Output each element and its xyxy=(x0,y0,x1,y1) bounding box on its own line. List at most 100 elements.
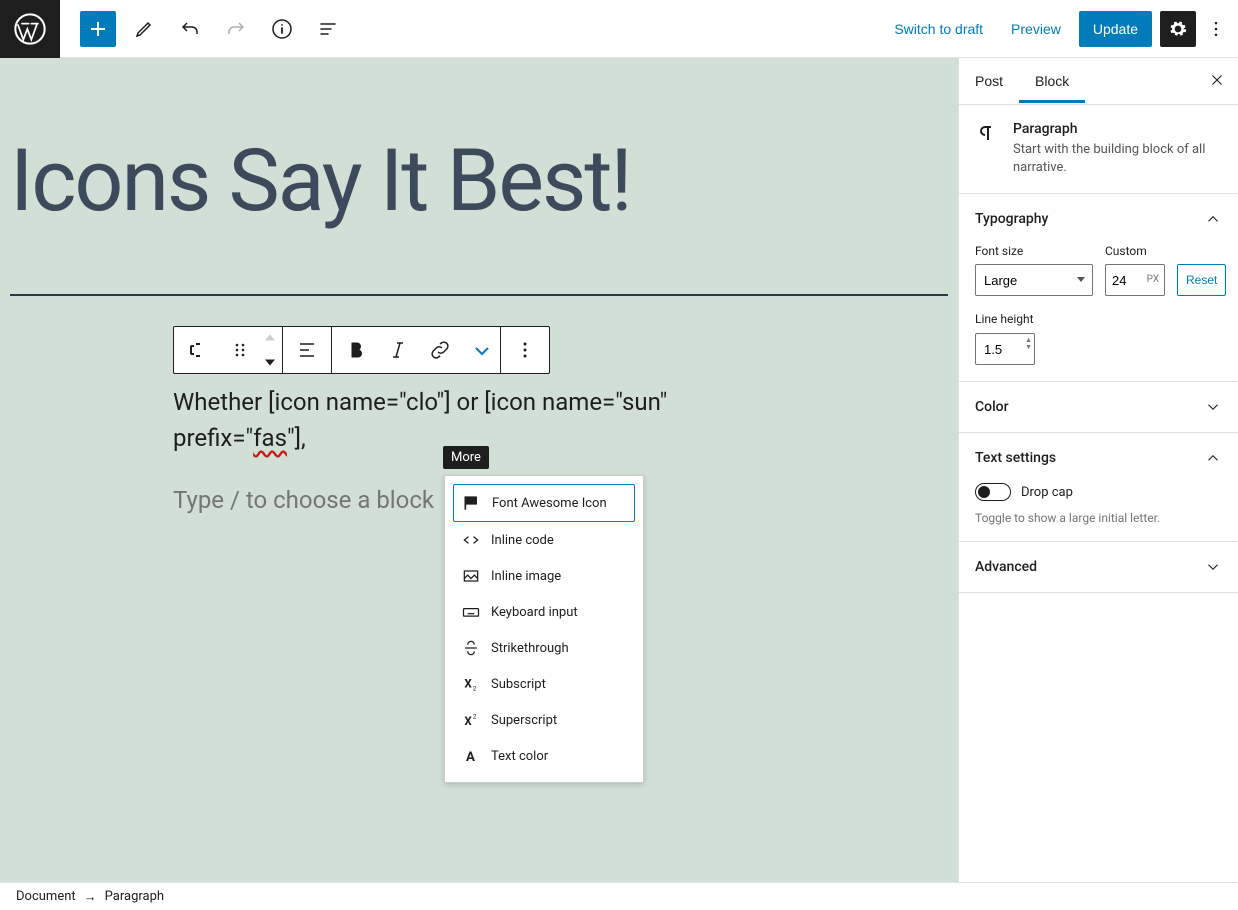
info-button[interactable] xyxy=(264,11,300,47)
color-panel: Color xyxy=(959,382,1238,433)
block-info-text: Paragraph Start with the building block … xyxy=(1013,121,1222,177)
block-description: Start with the building block of all nar… xyxy=(1013,141,1222,177)
menu-item-keyboard-input[interactable]: Keyboard input xyxy=(453,594,635,630)
panel-title: Color xyxy=(975,399,1009,415)
menu-item-label: Keyboard input xyxy=(491,605,578,620)
block-more-button[interactable] xyxy=(501,327,549,373)
editor-tools xyxy=(60,11,346,47)
drop-cap-label: Drop cap xyxy=(1021,485,1073,500)
outline-button[interactable] xyxy=(310,11,346,47)
format-dropdown: Font Awesome Icon Inline code Inline ima… xyxy=(444,475,644,783)
menu-item-inline-code[interactable]: Inline code xyxy=(453,522,635,558)
more-tooltip: More xyxy=(443,446,489,469)
align-button[interactable] xyxy=(283,327,331,373)
block-info-header: Paragraph Start with the building block … xyxy=(959,105,1238,194)
svg-text:A: A xyxy=(466,750,475,765)
chevron-up-icon xyxy=(1204,449,1222,467)
reset-button[interactable]: Reset xyxy=(1177,264,1226,296)
font-size-label: Font size xyxy=(975,244,1093,258)
main-container: Icons Say It Best! xyxy=(0,58,1238,882)
undo-button[interactable] xyxy=(172,11,208,47)
svg-text:2: 2 xyxy=(473,712,477,720)
advanced-panel: Advanced xyxy=(959,542,1238,593)
paragraph-text-1: Whether [icon name="clo xyxy=(173,388,437,416)
paragraph-underlined: fas xyxy=(253,424,287,452)
panel-title: Text settings xyxy=(975,450,1056,466)
font-size-select[interactable]: Large xyxy=(975,264,1093,296)
block-toolbar xyxy=(173,326,550,374)
top-right-group: Switch to draft Preview Update xyxy=(884,11,1238,47)
top-toolbar: Switch to draft Preview Update xyxy=(0,0,1238,58)
custom-size-label: Custom xyxy=(1105,244,1165,258)
page-title[interactable]: Icons Say It Best! xyxy=(10,138,948,224)
block-title: Paragraph xyxy=(1013,121,1222,137)
page-title-area: Icons Say It Best! xyxy=(0,58,958,244)
settings-button[interactable] xyxy=(1160,11,1196,47)
text-settings-header[interactable]: Text settings xyxy=(959,433,1238,483)
mover-button[interactable] xyxy=(258,327,282,373)
wordpress-logo[interactable] xyxy=(0,0,60,58)
subscript-icon: X2 xyxy=(461,674,481,694)
breadcrumb-document[interactable]: Document xyxy=(16,889,76,904)
typography-panel: Typography Font size Large Custom xyxy=(959,194,1238,382)
preview-button[interactable]: Preview xyxy=(1001,13,1071,45)
chevron-up-icon xyxy=(1204,210,1222,228)
edit-mode-button[interactable] xyxy=(126,11,162,47)
custom-size-unit: PX xyxy=(1147,274,1159,285)
typography-panel-body: Font size Large Custom PX xyxy=(959,244,1238,381)
flag-icon xyxy=(462,493,482,513)
drag-handle-button[interactable] xyxy=(222,327,258,373)
close-sidebar-button[interactable] xyxy=(1204,67,1230,96)
block-type-button[interactable] xyxy=(174,327,222,373)
chevron-down-icon xyxy=(1204,398,1222,416)
strikethrough-icon xyxy=(461,638,481,658)
tab-post[interactable]: Post xyxy=(959,59,1019,103)
advanced-panel-header[interactable]: Advanced xyxy=(959,542,1238,592)
line-height-stepper[interactable]: ▲▼ xyxy=(1025,337,1032,351)
paragraph-text-3: "], xyxy=(287,424,306,452)
menu-item-label: Inline code xyxy=(491,533,554,548)
menu-item-font-awesome[interactable]: Font Awesome Icon xyxy=(453,484,635,522)
italic-button[interactable] xyxy=(380,327,416,373)
drop-cap-toggle[interactable] xyxy=(975,483,1011,501)
content-area: Whether [icon name="clo"] or [icon name=… xyxy=(0,296,790,514)
svg-text:2: 2 xyxy=(473,685,477,693)
more-options-button[interactable] xyxy=(1204,11,1228,47)
menu-item-inline-image[interactable]: Inline image xyxy=(453,558,635,594)
bold-button[interactable] xyxy=(332,327,380,373)
code-icon xyxy=(461,530,481,550)
superscript-icon: X2 xyxy=(461,710,481,730)
tab-block[interactable]: Block xyxy=(1019,59,1085,103)
menu-item-label: Inline image xyxy=(491,569,561,584)
image-icon xyxy=(461,566,481,586)
top-left-group xyxy=(0,0,346,57)
link-button[interactable] xyxy=(416,327,464,373)
svg-text:X: X xyxy=(464,714,472,728)
editor-canvas[interactable]: Icons Say It Best! xyxy=(0,58,958,882)
color-panel-header[interactable]: Color xyxy=(959,382,1238,432)
menu-item-subscript[interactable]: X2 Subscript xyxy=(453,666,635,702)
paragraph-icon xyxy=(975,121,999,145)
update-button[interactable]: Update xyxy=(1079,11,1152,47)
svg-text:X: X xyxy=(464,676,472,690)
panel-title: Advanced xyxy=(975,559,1037,575)
breadcrumb-arrow: → xyxy=(84,889,97,905)
keyboard-icon xyxy=(461,602,481,622)
redo-button[interactable] xyxy=(218,11,254,47)
text-color-icon: A xyxy=(461,746,481,766)
line-height-label: Line height xyxy=(975,312,1034,326)
breadcrumb-current[interactable]: Paragraph xyxy=(105,889,164,904)
menu-item-text-color[interactable]: A Text color xyxy=(453,738,635,774)
drop-cap-description: Toggle to show a large initial letter. xyxy=(975,511,1222,525)
typography-panel-header[interactable]: Typography xyxy=(959,194,1238,244)
text-settings-body: Drop cap Toggle to show a large initial … xyxy=(959,483,1238,541)
menu-item-superscript[interactable]: X2 Superscript xyxy=(453,702,635,738)
menu-item-label: Strikethrough xyxy=(491,641,569,656)
add-block-button[interactable] xyxy=(80,11,116,47)
more-formatting-button[interactable] xyxy=(464,327,500,373)
menu-item-label: Superscript xyxy=(491,713,557,728)
panel-title: Typography xyxy=(975,211,1048,227)
menu-item-label: Subscript xyxy=(491,677,546,692)
switch-to-draft-button[interactable]: Switch to draft xyxy=(884,13,993,45)
menu-item-strikethrough[interactable]: Strikethrough xyxy=(453,630,635,666)
